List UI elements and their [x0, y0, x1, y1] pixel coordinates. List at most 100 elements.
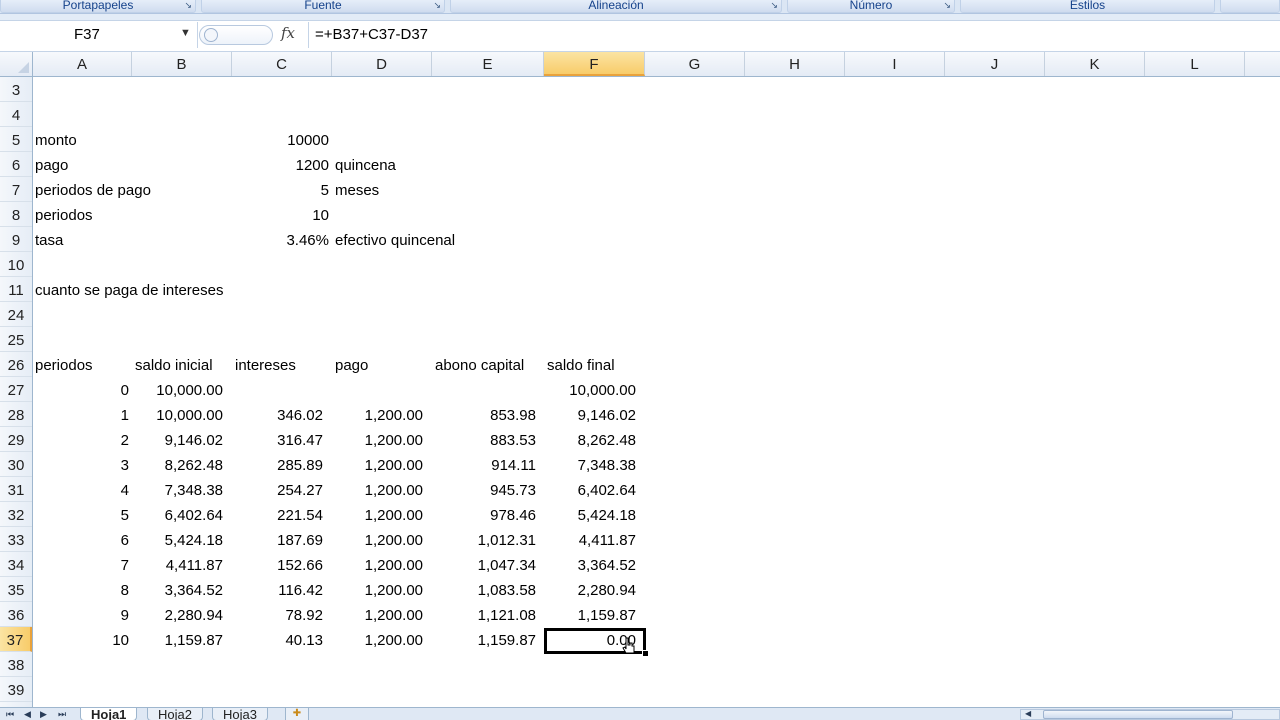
cell-a5[interactable]: monto: [35, 127, 77, 152]
table-cell-periodo[interactable]: 1: [33, 402, 129, 427]
cell-d6[interactable]: quincena: [335, 152, 396, 177]
table-cell-intereses[interactable]: 152.66: [232, 552, 323, 577]
row-header[interactable]: 10: [0, 252, 32, 277]
dialog-launcher-icon[interactable]: ↘: [943, 0, 951, 10]
chevron-down-icon[interactable]: ▼: [180, 27, 191, 39]
table-cell-pago[interactable]: 1,200.00: [332, 577, 423, 602]
table-cell-intereses[interactable]: [232, 377, 323, 402]
row-header[interactable]: 3: [0, 77, 32, 102]
table-header-saldo-final[interactable]: saldo final: [547, 352, 615, 377]
table-cell-pago[interactable]: 1,200.00: [332, 502, 423, 527]
column-header-c[interactable]: C: [232, 52, 332, 76]
first-sheet-icon[interactable]: ⏮: [6, 709, 14, 720]
table-cell-periodo[interactable]: 9: [33, 602, 129, 627]
table-cell-pago[interactable]: 1,200.00: [332, 452, 423, 477]
table-cell-saldo-inicial[interactable]: 3,364.52: [132, 577, 223, 602]
table-cell-intereses[interactable]: 221.54: [232, 502, 323, 527]
table-cell-pago[interactable]: 1,200.00: [332, 427, 423, 452]
table-header-intereses[interactable]: intereses: [235, 352, 296, 377]
table-cell-abono-capital[interactable]: 914.11: [432, 452, 536, 477]
ribbon-group-cells[interactable]: [1220, 0, 1280, 13]
table-cell-periodo[interactable]: 8: [33, 577, 129, 602]
prev-sheet-icon[interactable]: ◀: [24, 709, 31, 720]
table-cell-abono-capital[interactable]: [432, 377, 536, 402]
table-cell-saldo-inicial[interactable]: 2,280.94: [132, 602, 223, 627]
table-cell-periodo[interactable]: 7: [33, 552, 129, 577]
column-header-b[interactable]: B: [132, 52, 232, 76]
cell-a9[interactable]: tasa: [35, 227, 63, 252]
table-header-abono-capital[interactable]: abono capital: [435, 352, 524, 377]
name-box[interactable]: F37 ▼: [0, 22, 198, 48]
ribbon-group-number[interactable]: Número ↘: [787, 0, 955, 13]
insert-function-button[interactable]: fx: [281, 24, 295, 42]
cell-a7[interactable]: periodos de pago: [35, 177, 151, 202]
table-cell-saldo-final[interactable]: 8,262.48: [544, 427, 636, 452]
row-header[interactable]: 4: [0, 102, 32, 127]
table-cell-abono-capital[interactable]: 1,121.08: [432, 602, 536, 627]
tab-hoja1[interactable]: Hoja1: [80, 708, 138, 720]
table-cell-intereses[interactable]: 187.69: [232, 527, 323, 552]
column-header-i[interactable]: I: [845, 52, 945, 76]
row-header[interactable]: 27: [0, 377, 32, 402]
cell-d9[interactable]: efectivo quincenal: [335, 227, 455, 252]
table-cell-pago[interactable]: 1,200.00: [332, 627, 423, 652]
row-header[interactable]: 6: [0, 152, 32, 177]
insert-sheet-icon[interactable]: ✚: [285, 708, 309, 720]
tab-hoja2[interactable]: Hoja2: [147, 708, 203, 720]
row-header[interactable]: 34: [0, 552, 32, 577]
table-cell-intereses[interactable]: 40.13: [232, 627, 323, 652]
ribbon-group-styles[interactable]: Estilos: [960, 0, 1215, 13]
row-header[interactable]: 7: [0, 177, 32, 202]
table-cell-saldo-inicial[interactable]: 10,000.00: [132, 377, 223, 402]
row-header[interactable]: 26: [0, 352, 32, 377]
ribbon-group-clipboard[interactable]: Portapapeles ↘: [0, 0, 196, 13]
table-cell-saldo-inicial[interactable]: 1,159.87: [132, 627, 223, 652]
table-cell-saldo-final[interactable]: 3,364.52: [544, 552, 636, 577]
table-cell-abono-capital[interactable]: 1,083.58: [432, 577, 536, 602]
table-cell-periodo[interactable]: 4: [33, 477, 129, 502]
dialog-launcher-icon[interactable]: ↘: [184, 0, 192, 10]
row-header[interactable]: 29: [0, 427, 32, 452]
cell-c8[interactable]: 10: [232, 202, 329, 227]
table-cell-pago[interactable]: 1,200.00: [332, 602, 423, 627]
column-header-j[interactable]: J: [945, 52, 1045, 76]
table-cell-periodo[interactable]: 3: [33, 452, 129, 477]
cell-c6[interactable]: 1200: [232, 152, 329, 177]
table-cell-intereses[interactable]: 254.27: [232, 477, 323, 502]
table-cell-periodo[interactable]: 10: [33, 627, 129, 652]
table-cell-pago[interactable]: 1,200.00: [332, 402, 423, 427]
table-cell-abono-capital[interactable]: 853.98: [432, 402, 536, 427]
table-cell-abono-capital[interactable]: 1,012.31: [432, 527, 536, 552]
table-cell-saldo-final[interactable]: 7,348.38: [544, 452, 636, 477]
cell-c7[interactable]: 5: [232, 177, 329, 202]
row-header[interactable]: 28: [0, 402, 32, 427]
row-header[interactable]: 31: [0, 477, 32, 502]
table-cell-saldo-inicial[interactable]: 9,146.02: [132, 427, 223, 452]
formula-bar-resize-handle[interactable]: [199, 25, 273, 45]
row-header[interactable]: 24: [0, 302, 32, 327]
table-cell-saldo-inicial[interactable]: 5,424.18: [132, 527, 223, 552]
horizontal-scrollbar[interactable]: ◀: [1020, 709, 1280, 720]
table-cell-periodo[interactable]: 6: [33, 527, 129, 552]
table-cell-abono-capital[interactable]: 945.73: [432, 477, 536, 502]
table-cell-saldo-final[interactable]: 4,411.87: [544, 527, 636, 552]
last-sheet-icon[interactable]: ⏭: [58, 709, 66, 720]
table-cell-saldo-final[interactable]: 5,424.18: [544, 502, 636, 527]
table-cell-abono-capital[interactable]: 1,159.87: [432, 627, 536, 652]
column-header-g[interactable]: G: [645, 52, 745, 76]
table-cell-abono-capital[interactable]: 978.46: [432, 502, 536, 527]
fill-handle[interactable]: [642, 650, 649, 657]
scroll-left-icon[interactable]: ◀: [1025, 709, 1031, 718]
cell-d7[interactable]: meses: [335, 177, 379, 202]
table-cell-intereses[interactable]: 116.42: [232, 577, 323, 602]
table-cell-periodo[interactable]: 0: [33, 377, 129, 402]
column-header-e[interactable]: E: [432, 52, 544, 76]
next-sheet-icon[interactable]: ▶: [40, 709, 47, 720]
cell-grid[interactable]: monto 10000 pago 1200 quincena periodos …: [33, 77, 1280, 707]
table-cell-abono-capital[interactable]: 883.53: [432, 427, 536, 452]
row-header[interactable]: 35: [0, 577, 32, 602]
cell-c5[interactable]: 10000: [232, 127, 329, 152]
column-header-d[interactable]: D: [332, 52, 432, 76]
table-cell-saldo-inicial[interactable]: 6,402.64: [132, 502, 223, 527]
table-cell-saldo-inicial[interactable]: 10,000.00: [132, 402, 223, 427]
